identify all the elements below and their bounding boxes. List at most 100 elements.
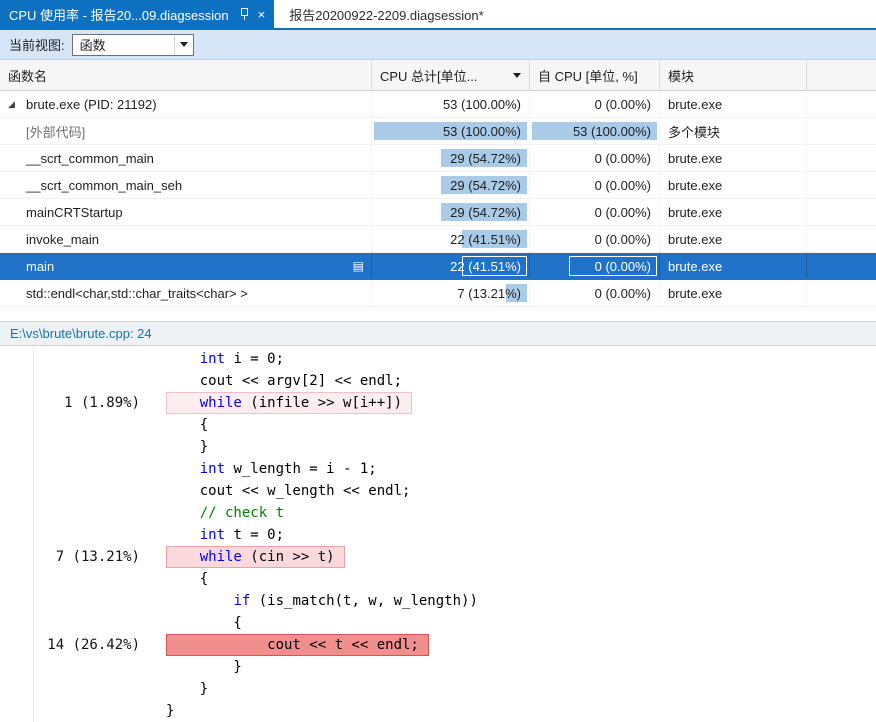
cell-filler	[807, 253, 876, 279]
source-code-view: int i = 0; cout << argv[2] << endl; 1 (1…	[0, 346, 876, 722]
line-cpu-annotation	[0, 656, 166, 678]
cell-function-name: mainCRTStartup ▤	[0, 199, 372, 225]
code-line: if (is_match(t, w, w_length))	[0, 590, 876, 612]
pin-head	[240, 8, 248, 16]
source-path-bar: E:\vs\brute\brute.cpp: 24	[0, 321, 876, 346]
view-combobox-value: 函数	[79, 38, 106, 53]
cell-module: brute.exe	[660, 226, 807, 252]
header-filler	[807, 60, 876, 90]
close-icon[interactable]: ×	[258, 8, 266, 21]
view-combobox[interactable]: 函数	[71, 33, 194, 56]
code-text: int i = 0;	[199, 351, 285, 367]
header-self-cpu[interactable]: 自 CPU [单位, %]	[530, 60, 660, 90]
table-row[interactable]: mainCRTStartup ▤ 29 (54.72%) 0 (0.00%) b…	[0, 199, 876, 226]
header-function-name[interactable]: 函数名	[0, 60, 372, 90]
column-menu-icon[interactable]	[513, 72, 521, 78]
cell-module: brute.exe	[660, 91, 807, 117]
code-line: int i = 0;	[0, 348, 876, 370]
cell-module: brute.exe	[660, 145, 807, 171]
cell-filler	[807, 118, 876, 144]
line-cpu-annotation	[0, 502, 166, 524]
cell-module: brute.exe	[660, 253, 807, 279]
self-cpu-value: 0 (0.00%)	[594, 231, 651, 247]
header-module[interactable]: 模块	[660, 60, 807, 90]
function-name: [外部代码]	[26, 124, 86, 140]
expander-icon[interactable]: ◢	[8, 99, 26, 110]
line-cpu-annotation	[0, 612, 166, 634]
cell-cpu-total: 53 (100.00%)	[372, 118, 530, 144]
cell-filler	[807, 172, 876, 198]
cell-module: brute.exe	[660, 172, 807, 198]
code-line: }	[0, 678, 876, 700]
function-name: __scrt_common_main	[26, 150, 154, 166]
self-cpu-value: 0 (0.00%)	[594, 285, 651, 301]
cpu-total-value: 29 (54.72%)	[450, 204, 521, 220]
hot-path-icon: ▤	[352, 259, 364, 273]
table-row[interactable]: [外部代码] ▤ 53 (100.00%) 53 (100.00%) 多个模块	[0, 118, 876, 145]
cell-function-name: main ▤	[0, 253, 372, 279]
cell-function-name: ◢ brute.exe (PID: 21192) ▤	[0, 91, 372, 117]
code-text: {	[166, 571, 209, 587]
pin-needle	[243, 16, 245, 20]
function-name: mainCRTStartup	[26, 204, 123, 220]
line-cpu-annotation	[0, 590, 166, 612]
module-name: brute.exe	[668, 150, 723, 166]
module-name: brute.exe	[668, 96, 723, 112]
chevron-down-icon	[179, 42, 188, 47]
function-name: invoke_main	[26, 231, 99, 247]
table-row[interactable]: ◢ brute.exe (PID: 21192) ▤ 53 (100.00%) …	[0, 91, 876, 118]
line-cpu-annotation	[0, 458, 166, 480]
function-name: brute.exe (PID: 21192)	[26, 96, 157, 112]
module-name: brute.exe	[668, 231, 723, 247]
cpu-total-value: 53 (100.00%)	[442, 96, 521, 112]
module-name: brute.exe	[668, 177, 723, 193]
cell-function-name: invoke_main ▤	[0, 226, 372, 252]
cpu-total-value: 29 (54.72%)	[450, 150, 521, 166]
code-text: {	[166, 615, 242, 631]
source-file-link[interactable]: E:\vs\brute\brute.cpp: 24	[10, 326, 152, 341]
function-name: main	[26, 258, 55, 274]
cell-cpu-total: 29 (54.72%)	[372, 172, 530, 198]
pin-icon[interactable]	[240, 8, 248, 20]
module-name: brute.exe	[668, 258, 723, 274]
cell-module: 多个模块	[660, 118, 807, 144]
table-row[interactable]: main ▤ 22 (41.51%) 0 (0.00%) brute.exe	[0, 253, 876, 280]
table-row[interactable]: std::endl<char,std::char_traits<char> > …	[0, 280, 876, 307]
cell-function-name: __scrt_common_main_seh ▤	[0, 172, 372, 198]
code-line: cout << w_length << endl;	[0, 480, 876, 502]
function-table-body: ◢ brute.exe (PID: 21192) ▤ 53 (100.00%) …	[0, 91, 876, 307]
line-cpu-annotation	[0, 524, 166, 546]
code-line: 7 (13.21%) while (cin >> t)	[0, 546, 876, 568]
header-cpu-total[interactable]: CPU 总计[单位...	[372, 60, 530, 90]
self-cpu-value: 0 (0.00%)	[594, 204, 651, 220]
line-cpu-annotation	[0, 370, 166, 392]
table-row[interactable]: invoke_main ▤ 22 (41.51%) 0 (0.00%) brut…	[0, 226, 876, 253]
cell-filler	[807, 280, 876, 306]
cell-self-cpu: 0 (0.00%)	[530, 199, 660, 225]
line-cpu-annotation: 1 (1.89%)	[64, 395, 140, 411]
code-lines-container: int i = 0; cout << argv[2] << endl; 1 (1…	[0, 348, 876, 722]
combobox-dropdown-button[interactable]	[173, 34, 193, 55]
function-name: std::endl<char,std::char_traits<char> >	[26, 285, 248, 301]
table-row[interactable]: __scrt_common_main ▤ 29 (54.72%) 0 (0.00…	[0, 145, 876, 172]
code-line: }	[0, 436, 876, 458]
table-row[interactable]: __scrt_common_main_seh ▤ 29 (54.72%) 0 (…	[0, 172, 876, 199]
tab-report-diagsession[interactable]: 报告20200922-2209.diagsession*	[280, 0, 492, 28]
module-name: brute.exe	[668, 285, 723, 301]
code-line: int w_length = i - 1;	[0, 458, 876, 480]
cell-cpu-total: 22 (41.51%)	[372, 253, 530, 279]
cell-cpu-total: 7 (13.21%)	[372, 280, 530, 306]
code-text: {	[166, 417, 209, 433]
header-label: 函数名	[8, 68, 48, 84]
cpu-total-value: 7 (13.21%)	[457, 285, 521, 301]
line-cpu-annotation	[0, 414, 166, 436]
cpu-total-value: 22 (41.51%)	[450, 231, 521, 247]
code-text: }	[166, 703, 175, 719]
cell-self-cpu: 0 (0.00%)	[530, 280, 660, 306]
cell-filler	[807, 145, 876, 171]
view-toolbar: 当前视图: 函数	[0, 30, 876, 60]
tab-cpu-usage-report[interactable]: CPU 使用率 - 报告20...09.diagsession ×	[0, 0, 275, 28]
header-label: CPU 总计[单位...	[380, 68, 478, 84]
function-table: 函数名 CPU 总计[单位... 自 CPU [单位, %] 模块 ◢ brut…	[0, 60, 876, 321]
line-cpu-annotation	[0, 480, 166, 502]
